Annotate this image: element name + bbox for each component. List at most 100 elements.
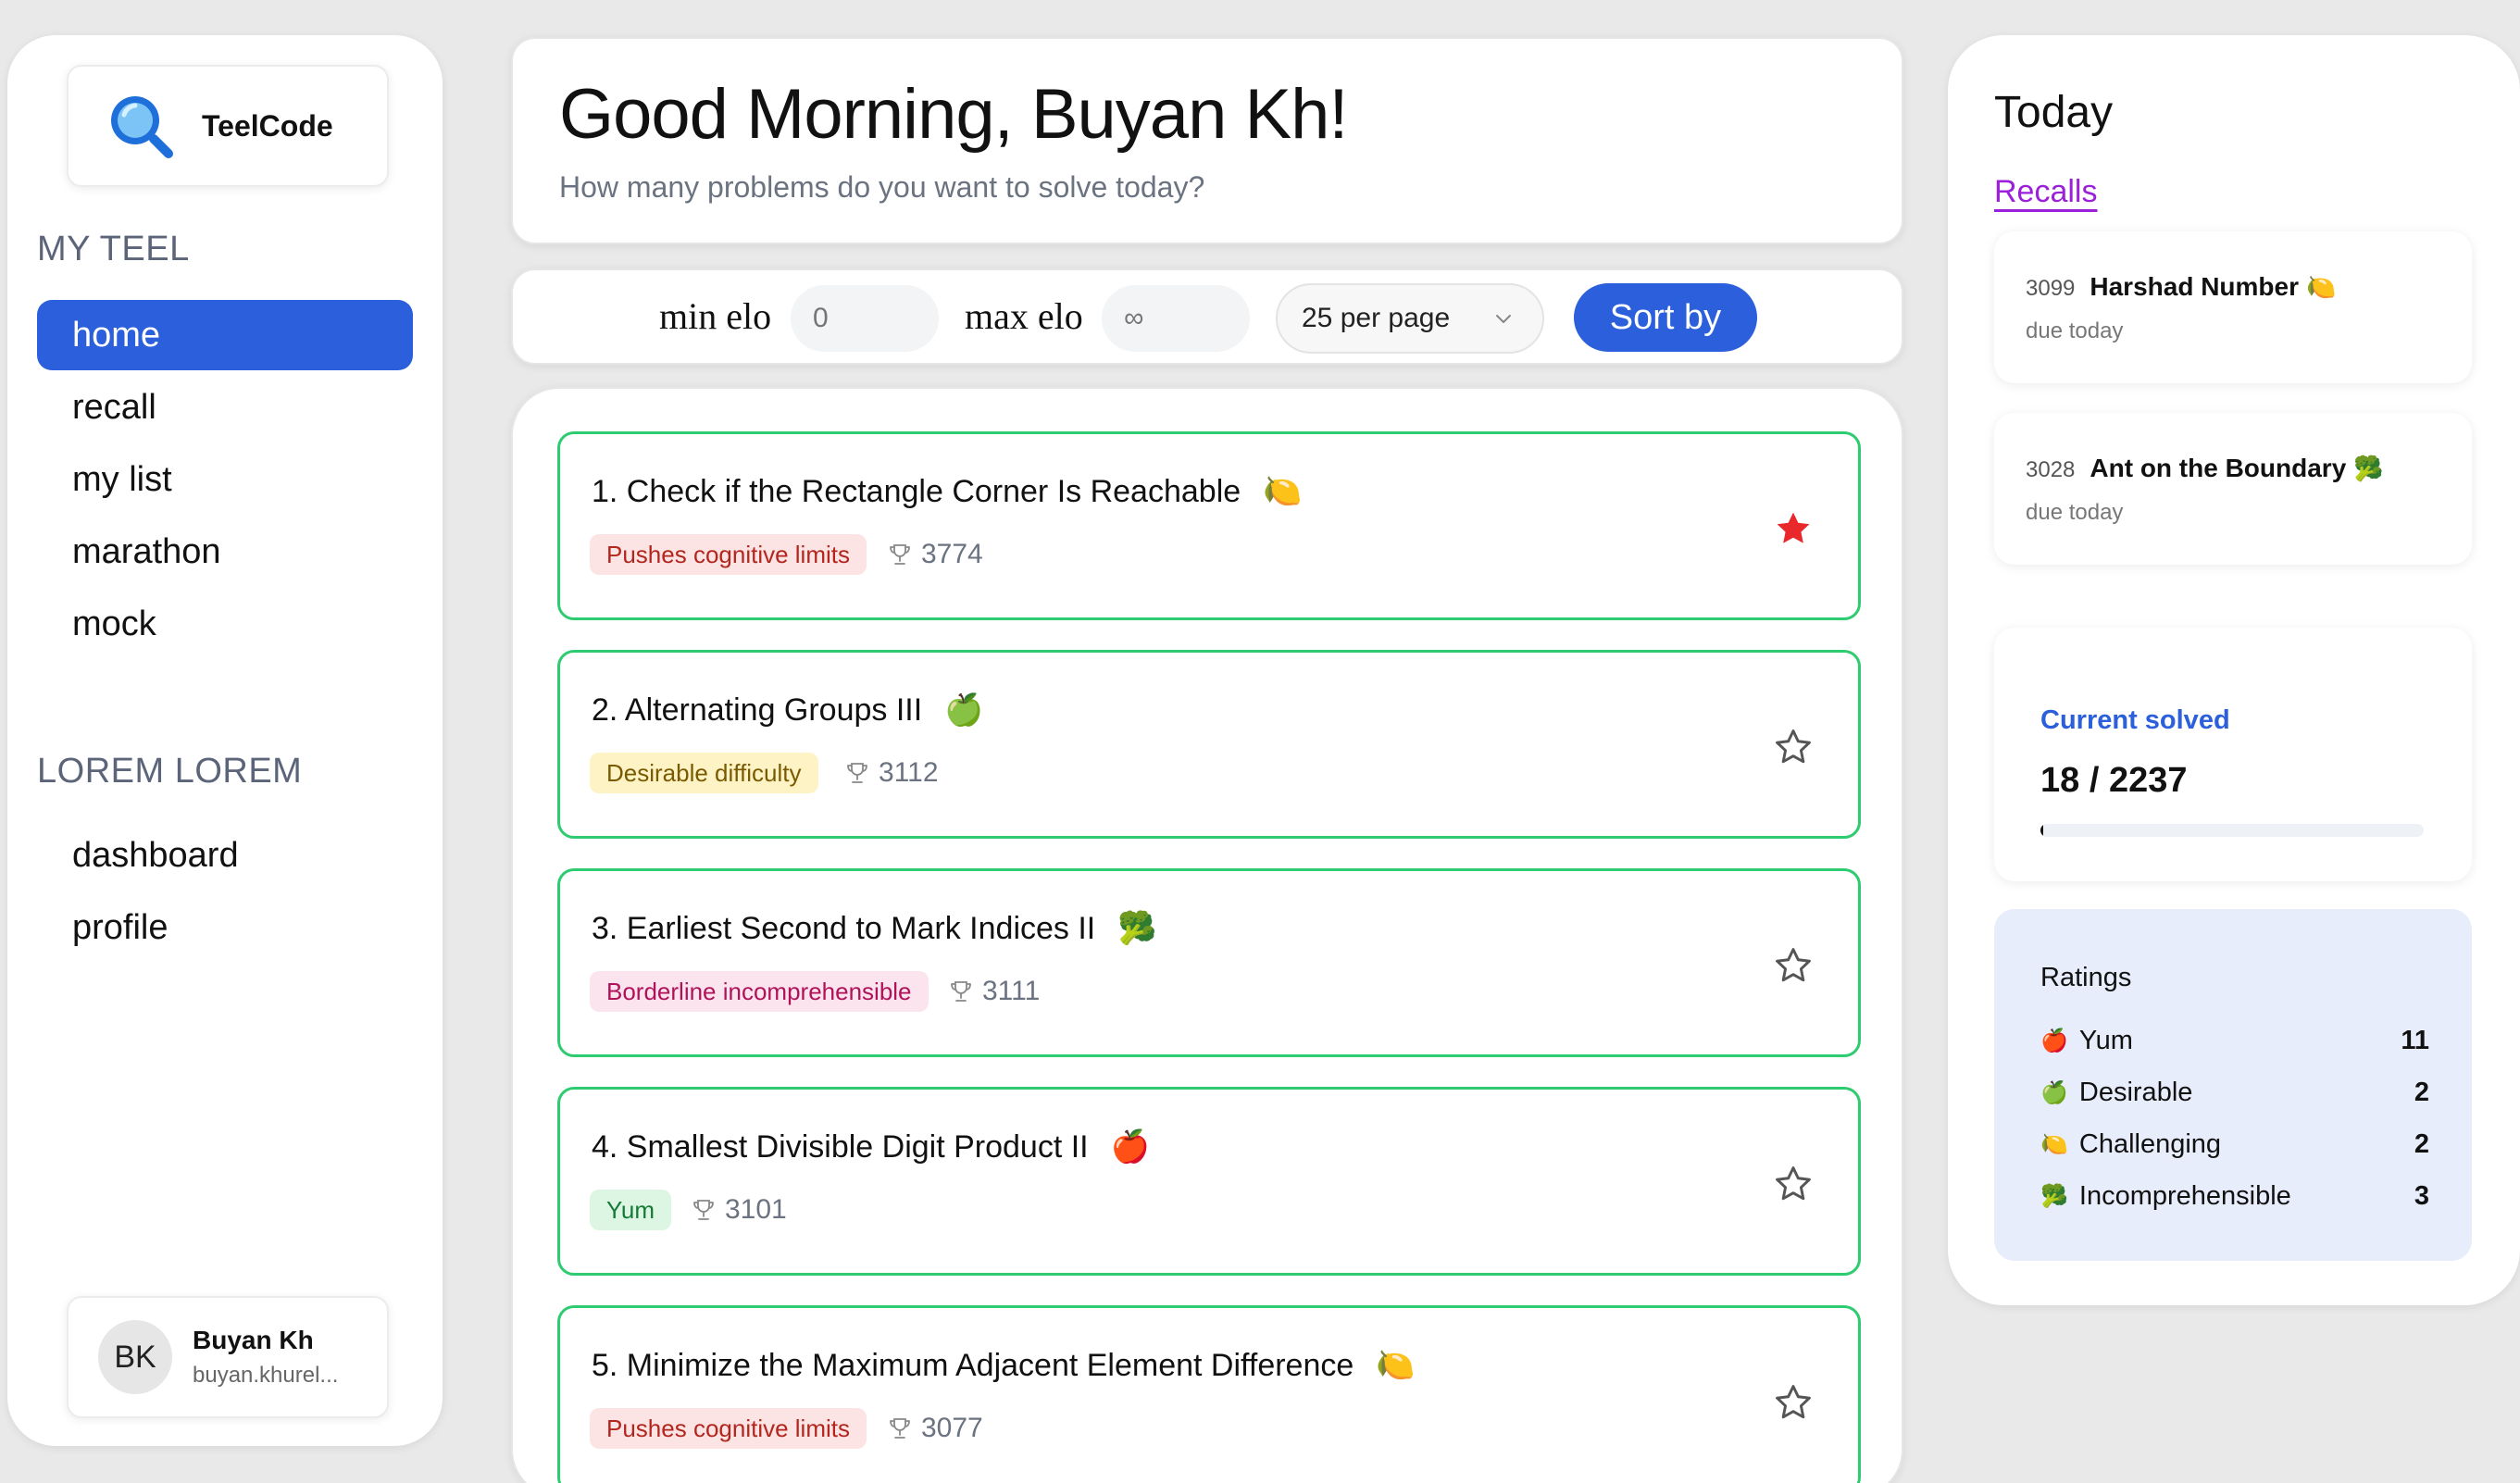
recall-due: due today: [2026, 500, 2124, 525]
magnifier-logo-icon: [111, 96, 173, 158]
recall-header: 3028 Ant on the Boundary 🥦: [2026, 454, 2384, 483]
broccoli-icon: 🥦: [2040, 1183, 2068, 1209]
rating-emoji-icon: 🍏: [944, 692, 984, 728]
problem-title: 4. Smallest Divisible Digit Product II: [592, 1129, 1089, 1165]
greeting-card: Good Morning, Buyan Kh! How many problem…: [511, 37, 1903, 244]
per-page-select[interactable]: 25 per page: [1276, 283, 1544, 354]
app-logo[interactable]: TeelCode: [67, 65, 389, 187]
problem-card[interactable]: 1. Check if the Rectangle Corner Is Reac…: [557, 431, 1861, 620]
problem-title: 3. Earliest Second to Mark Indices II: [592, 911, 1096, 946]
rating-label: Yum: [2078, 1025, 2133, 1055]
solved-card: Current solved 18 / 2237: [1994, 628, 2472, 881]
min-elo-input[interactable]: [791, 285, 939, 352]
apple-red-icon: 🍎: [2040, 1028, 2068, 1053]
user-email: buyan.khurel...: [193, 1363, 339, 1388]
recall-card[interactable]: 3099 Harshad Number 🍋 due today: [1994, 231, 2472, 383]
elo-value: 3101: [725, 1194, 787, 1225]
elo-rating: 3774: [888, 534, 983, 575]
elo-value: 3077: [921, 1413, 983, 1443]
rating-emoji-icon: 🍋: [2306, 273, 2337, 301]
rating-count: 2: [2414, 1128, 2429, 1159]
recall-header: 3099 Harshad Number 🍋: [2026, 272, 2336, 302]
problem-title-row: 2. Alternating Groups III 🍏: [592, 692, 984, 729]
solved-title: Current solved: [2040, 705, 2230, 735]
rating-row-yum: 🍎 Yum 11: [2040, 1022, 2429, 1059]
problem-title-row: 3. Earliest Second to Mark Indices II 🥦: [592, 910, 1157, 947]
recall-id: 3099: [2026, 276, 2076, 301]
solved-progress-fill: [2040, 824, 2044, 837]
trophy-icon: [951, 981, 971, 1002]
section-title-lorem: LOREM LOREM: [37, 752, 303, 791]
problem-list: 1. Check if the Rectangle Corner Is Reac…: [511, 387, 1903, 1483]
rating-label: Challenging: [2078, 1128, 2222, 1159]
rating-emoji-icon: 🥦: [2353, 455, 2384, 482]
problem-card[interactable]: 2. Alternating Groups III 🍏 Desirable dif…: [557, 650, 1861, 839]
recall-name: Ant on the Boundary: [2090, 454, 2347, 482]
today-title: Today: [1994, 88, 2114, 137]
star-filled-icon[interactable]: [1773, 508, 1814, 549]
today-panel: Today Recalls 3099 Harshad Number 🍋 due …: [1948, 35, 2520, 1305]
rating-count: 3: [2414, 1180, 2429, 1211]
section-title-my-teel: MY TEEL: [37, 230, 190, 268]
difficulty-tag: Borderline incomprehensible: [590, 971, 929, 1012]
solved-count: 18 / 2237: [2040, 761, 2188, 800]
nav-dashboard[interactable]: dashboard: [37, 820, 413, 891]
page-title: Good Morning, Buyan Kh!: [559, 75, 1349, 154]
nav-recall[interactable]: recall: [37, 372, 413, 442]
filter-bar: min elo max elo 25 per page Sort by: [511, 268, 1903, 365]
trophy-icon: [847, 763, 867, 783]
elo-value: 3111: [982, 976, 1041, 1006]
difficulty-tag: Pushes cognitive limits: [590, 1408, 867, 1449]
nav-home[interactable]: home: [37, 300, 413, 370]
star-outline-icon[interactable]: [1773, 727, 1814, 767]
min-elo-label: min elo: [659, 295, 772, 337]
problem-title-row: 1. Check if the Rectangle Corner Is Reac…: [592, 473, 1303, 510]
app-name: TeelCode: [202, 108, 333, 143]
nav-profile[interactable]: profile: [37, 892, 413, 963]
max-elo-input[interactable]: [1102, 285, 1250, 352]
star-outline-icon[interactable]: [1773, 1382, 1814, 1423]
problem-title-row: 4. Smallest Divisible Digit Product II 🍎: [592, 1128, 1150, 1165]
user-name: Buyan Kh: [193, 1326, 314, 1354]
elo-rating: 3111: [949, 971, 1040, 1012]
nav-my-list[interactable]: my list: [37, 444, 413, 515]
rating-count: 11: [2401, 1025, 2429, 1055]
problem-title-row: 5. Minimize the Maximum Adjacent Element…: [592, 1347, 1416, 1384]
user-card[interactable]: BK Buyan Kh buyan.khurel...: [67, 1296, 389, 1418]
trophy-icon: [693, 1200, 714, 1220]
star-outline-icon[interactable]: [1773, 945, 1814, 986]
nav-marathon[interactable]: marathon: [37, 517, 413, 587]
elo-rating: 3077: [888, 1408, 983, 1449]
recall-due: due today: [2026, 318, 2124, 343]
solved-progress-bar: [2040, 824, 2424, 837]
rating-row-incomprehensible: 🥦 Incomprehensible 3: [2040, 1178, 2429, 1215]
star-outline-icon[interactable]: [1773, 1164, 1814, 1204]
ratings-title: Ratings: [2040, 963, 2132, 992]
ratings-card: Ratings 🍎 Yum 11 🍏 Desirable 2 🍋 Challen…: [1994, 909, 2472, 1261]
sort-by-button[interactable]: Sort by: [1574, 283, 1757, 352]
rating-count: 2: [2414, 1077, 2429, 1107]
page-subtitle: How many problems do you want to solve t…: [559, 170, 1205, 204]
rating-emoji-icon: 🍋: [1263, 474, 1303, 509]
sidebar: TeelCode MY TEEL home recall my list mar…: [7, 35, 443, 1446]
problem-card[interactable]: 4. Smallest Divisible Digit Product II 🍎 …: [557, 1087, 1861, 1276]
difficulty-tag: Desirable difficulty: [590, 753, 818, 793]
problem-card[interactable]: 3. Earliest Second to Mark Indices II 🥦 B…: [557, 868, 1861, 1057]
trophy-icon: [890, 544, 910, 565]
apple-green-icon: 🍏: [2040, 1079, 2068, 1105]
nav-mock[interactable]: mock: [37, 589, 413, 659]
elo-rating: 3112: [845, 753, 939, 793]
difficulty-tag: Pushes cognitive limits: [590, 534, 867, 575]
rating-emoji-icon: 🥦: [1117, 911, 1157, 946]
rating-emoji-icon: 🍎: [1110, 1129, 1150, 1165]
elo-value: 3112: [879, 757, 939, 788]
max-elo-label: max elo: [965, 295, 1083, 337]
problem-card[interactable]: 5. Minimize the Maximum Adjacent Element…: [557, 1305, 1861, 1483]
recalls-link[interactable]: Recalls: [1994, 174, 2097, 210]
elo-value: 3774: [921, 539, 983, 569]
elo-rating: 3101: [692, 1190, 787, 1230]
rating-emoji-icon: 🍋: [1376, 1348, 1416, 1383]
lemon-icon: 🍋: [2040, 1131, 2068, 1157]
problem-title: 1. Check if the Rectangle Corner Is Reac…: [592, 474, 1241, 509]
recall-card[interactable]: 3028 Ant on the Boundary 🥦 due today: [1994, 413, 2472, 565]
